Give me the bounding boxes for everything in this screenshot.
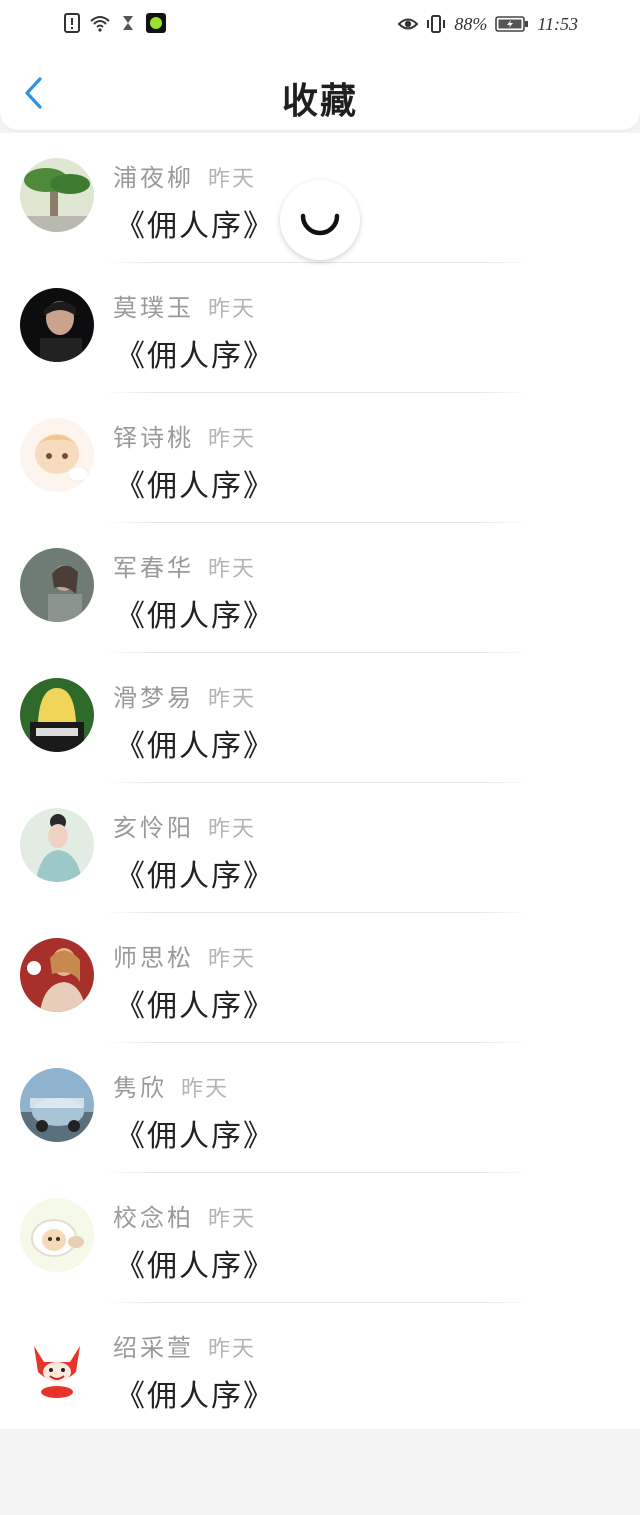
favorite-work-title: 《佣人序》: [115, 599, 275, 634]
avatar[interactable]: [20, 288, 94, 362]
avatar[interactable]: [20, 1328, 94, 1402]
battery-percent: 88%: [454, 14, 488, 34]
avatar[interactable]: [20, 158, 94, 232]
favorite-work-title: 《佣人序》: [115, 469, 275, 504]
battery-icon: [495, 16, 529, 32]
avatar[interactable]: [20, 548, 94, 622]
status-icons-right: 88% 11:53: [398, 13, 578, 35]
avatar[interactable]: [20, 938, 94, 1012]
favorite-time: 昨天: [208, 557, 257, 582]
favorite-name: 校念柏: [113, 1204, 194, 1232]
avatar[interactable]: [20, 678, 94, 752]
avatar[interactable]: [20, 1198, 94, 1272]
eye-icon: [398, 18, 419, 30]
favorite-work-title: 《佣人序》: [115, 1379, 275, 1414]
favorite-time: 昨天: [208, 297, 257, 322]
favorite-name: 师思松: [113, 944, 194, 972]
favorite-time: 昨天: [181, 1077, 230, 1102]
favorite-name: 莫璞玉: [113, 294, 194, 322]
favorites-list: 浦夜柳 昨天 《佣人序》 莫璞玉 昨天 《佣人序》 铎诗桃 昨天 《佣人序》 军…: [0, 133, 640, 1429]
status-icons-left: [62, 13, 166, 33]
alert-icon: [64, 13, 80, 33]
favorite-work-title: 《佣人序》: [115, 1119, 275, 1154]
spinner-icon: [300, 213, 340, 236]
favorite-name: 滑梦易: [113, 684, 194, 712]
avatar[interactable]: [20, 1068, 94, 1142]
list-item[interactable]: 隽欣 昨天 《佣人序》: [0, 1043, 640, 1173]
favorite-name: 亥怜阳: [113, 814, 194, 842]
list-item[interactable]: 亥怜阳 昨天 《佣人序》: [0, 783, 640, 913]
clock: 11:53: [537, 14, 578, 34]
favorite-name: 隽欣: [113, 1074, 167, 1102]
favorite-time: 昨天: [208, 817, 257, 842]
list-item[interactable]: 军春华 昨天 《佣人序》: [0, 523, 640, 653]
favorite-work-title: 《佣人序》: [115, 729, 275, 764]
avatar[interactable]: [20, 808, 94, 882]
favorite-work-title: 《佣人序》: [115, 209, 275, 244]
status-bar: 88% 11:53: [0, 0, 640, 50]
favorite-time: 昨天: [208, 687, 257, 712]
list-item[interactable]: 滑梦易 昨天 《佣人序》: [0, 653, 640, 783]
favorite-work-title: 《佣人序》: [115, 989, 275, 1024]
avatar[interactable]: [20, 418, 94, 492]
header: 收藏: [0, 50, 640, 130]
favorite-name: 浦夜柳: [113, 164, 194, 192]
favorite-work-title: 《佣人序》: [115, 859, 275, 894]
app-notification-icon: [146, 13, 166, 33]
loading-spinner: [280, 180, 360, 260]
favorite-name: 铎诗桃: [113, 424, 194, 452]
favorite-time: 昨天: [208, 947, 257, 972]
page-title: 收藏: [281, 80, 358, 122]
list-item[interactable]: 莫璞玉 昨天 《佣人序》: [0, 263, 640, 393]
favorite-time: 昨天: [208, 1337, 257, 1362]
favorite-time: 昨天: [208, 427, 257, 452]
list-item[interactable]: 铎诗桃 昨天 《佣人序》: [0, 393, 640, 523]
favorite-work-title: 《佣人序》: [115, 1249, 275, 1284]
favorite-name: 绍采萱: [113, 1334, 194, 1362]
favorite-time: 昨天: [208, 1207, 257, 1232]
favorite-time: 昨天: [208, 167, 257, 192]
vibrate-icon: [427, 15, 446, 33]
list-item[interactable]: 校念柏 昨天 《佣人序》: [0, 1173, 640, 1303]
favorite-work-title: 《佣人序》: [115, 339, 275, 374]
wifi-icon: [90, 16, 110, 32]
hourglass-icon: [123, 16, 133, 30]
list-item[interactable]: 师思松 昨天 《佣人序》: [0, 913, 640, 1043]
favorite-name: 军春华: [113, 554, 194, 582]
list-item[interactable]: 绍采萱 昨天 《佣人序》: [0, 1303, 640, 1433]
